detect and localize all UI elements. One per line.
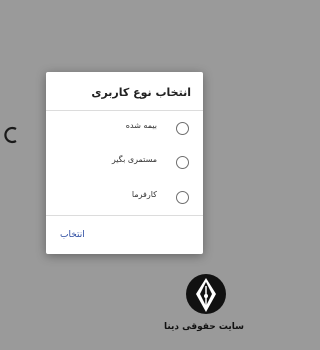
dialog-title: انتخاب نوع کاربری [91,86,191,99]
divider [46,215,203,216]
option-label: مستمری بگیر [111,155,157,164]
watermark-text: سایت حقوقی دینا [163,322,244,332]
option-pensioner[interactable]: مستمری بگیر [46,145,203,179]
option-label: بیمه شده [125,121,157,130]
partial-c-glyph [4,126,18,144]
radio-button-icon[interactable] [176,191,189,204]
user-type-dialog: انتخاب نوع کاربری بیمه شده مستمری بگیر ک… [46,72,203,254]
watermark: سایت حقوقی دینا [163,272,244,344]
option-employer[interactable]: کارفرما [46,180,203,214]
option-label: کارفرما [131,190,157,199]
radio-button-icon[interactable] [176,122,189,135]
select-button[interactable]: انتخاب [60,230,85,240]
pen-nib-logo-icon [186,274,226,314]
option-insured[interactable]: بیمه شده [46,111,203,145]
radio-button-icon[interactable] [176,156,189,169]
